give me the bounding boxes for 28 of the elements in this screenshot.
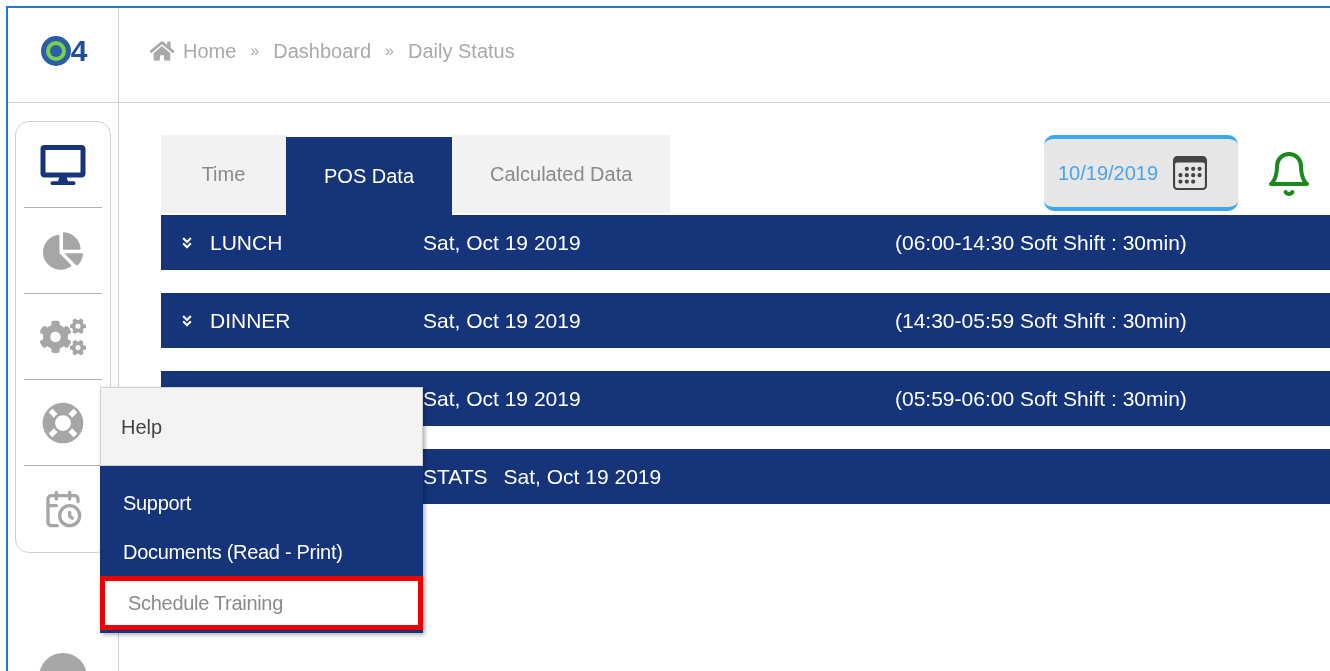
calendar-icon[interactable] — [1172, 156, 1209, 190]
shift-hours: (06:00-14:30 Soft Shift : 30min) — [895, 229, 1187, 256]
monitor-icon[interactable] — [40, 144, 86, 185]
gears-icon[interactable] — [40, 316, 86, 357]
logo: 4 — [38, 33, 88, 69]
home-icon[interactable] — [149, 40, 175, 62]
breadcrumb-separator: » — [249, 41, 261, 61]
shift-hours: (05:59-06:00 Soft Shift : 30min) — [895, 385, 1187, 412]
help-menu-title: Help — [100, 387, 423, 466]
calendar-clock-icon[interactable] — [43, 489, 83, 529]
shift-hours: (14:30-05:59 Soft Shift : 30min) — [895, 307, 1187, 334]
shift-name: STATS — [423, 463, 488, 490]
shift-date: Sat, Oct 19 2019 — [503, 463, 662, 490]
shift-bar[interactable]: LUNCH Sat, Oct 19 2019 (06:00-14:30 Soft Shift : 30min) — [161, 215, 1330, 270]
shift-name: LUNCH — [210, 229, 284, 256]
shift-date: Sat, Oct 19 2019 — [423, 307, 582, 334]
breadcrumb-separator: » — [384, 41, 395, 61]
lifebuoy-icon[interactable] — [42, 401, 84, 444]
pie-chart-icon[interactable] — [43, 230, 83, 271]
shift-bar[interactable]: DINNER Sat, Oct 19 2019 (14:30-05:59 Soft Shift : 30min) — [161, 293, 1330, 348]
shift-name: DINNER — [210, 307, 292, 334]
tab[interactable]: POS Data — [286, 137, 453, 215]
shift-date: Sat, Oct 19 2019 — [423, 385, 582, 412]
menu-item[interactable]: Documents (Read - Print) — [100, 527, 423, 576]
double-chevron-icon[interactable] — [181, 313, 193, 328]
double-chevron-icon[interactable] — [181, 235, 193, 250]
date-value: 10/19/2019 — [1058, 161, 1159, 186]
shift-date: Sat, Oct 19 2019 — [423, 229, 582, 256]
